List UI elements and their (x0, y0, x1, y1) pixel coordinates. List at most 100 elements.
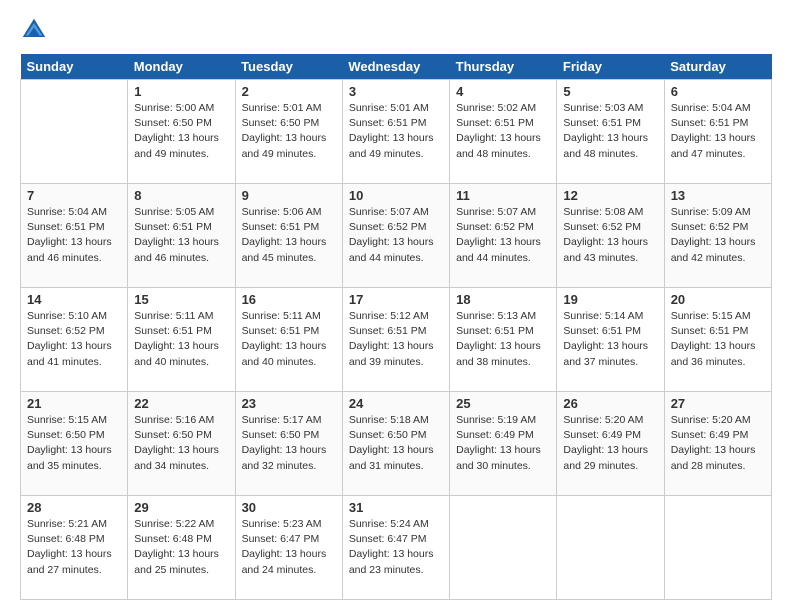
day-number: 8 (134, 188, 228, 203)
day-info: Sunrise: 5:19 AM Sunset: 6:49 PM Dayligh… (456, 413, 550, 474)
col-header-saturday: Saturday (664, 54, 771, 80)
day-number: 11 (456, 188, 550, 203)
day-cell: 23 Sunrise: 5:17 AM Sunset: 6:50 PM Dayli… (235, 392, 342, 496)
day-info: Sunrise: 5:06 AM Sunset: 6:51 PM Dayligh… (242, 205, 336, 266)
day-cell: 13Sunrise: 5:09 AM Sunset: 6:52 PM Dayli… (664, 184, 771, 288)
day-info: Sunrise: 5:13 AM Sunset: 6:51 PM Dayligh… (456, 309, 550, 370)
calendar-header-row: SundayMondayTuesdayWednesdayThursdayFrid… (21, 54, 772, 80)
day-number: 18 (456, 292, 550, 307)
day-cell (21, 80, 128, 184)
day-info: Sunrise: 5:14 AM Sunset: 6:51 PM Dayligh… (563, 309, 657, 370)
day-cell: 15Sunrise: 5:11 AM Sunset: 6:51 PM Dayli… (128, 288, 235, 392)
day-cell: 3 Sunrise: 5:01 AM Sunset: 6:51 PM Daylig… (342, 80, 449, 184)
day-number: 6 (671, 84, 765, 99)
week-row-4: 21Sunrise: 5:15 AM Sunset: 6:50 PM Dayli… (21, 392, 772, 496)
week-row-3: 14 Sunrise: 5:10 AM Sunset: 6:52 PM Dayli… (21, 288, 772, 392)
day-number: 27 (671, 396, 765, 411)
day-info: Sunrise: 5:17 AM Sunset: 6:50 PM Dayligh… (242, 413, 336, 474)
day-info: Sunrise: 5:04 AM Sunset: 6:51 PM Dayligh… (671, 101, 765, 162)
day-number: 29 (134, 500, 228, 515)
day-number: 22 (134, 396, 228, 411)
day-info: Sunrise: 5:11 AM Sunset: 6:51 PM Dayligh… (242, 309, 336, 370)
calendar: SundayMondayTuesdayWednesdayThursdayFrid… (20, 54, 772, 600)
day-info: Sunrise: 5:24 AM Sunset: 6:47 PM Dayligh… (349, 517, 443, 578)
day-cell: 12 Sunrise: 5:08 AM Sunset: 6:52 PM Dayli… (557, 184, 664, 288)
day-info: Sunrise: 5:15 AM Sunset: 6:51 PM Dayligh… (671, 309, 765, 370)
day-info: Sunrise: 5:10 AM Sunset: 6:52 PM Dayligh… (27, 309, 121, 370)
day-number: 9 (242, 188, 336, 203)
header (20, 16, 772, 44)
day-cell: 11Sunrise: 5:07 AM Sunset: 6:52 PM Dayli… (450, 184, 557, 288)
day-number: 20 (671, 292, 765, 307)
col-header-thursday: Thursday (450, 54, 557, 80)
day-number: 12 (563, 188, 657, 203)
day-cell: 30 Sunrise: 5:23 AM Sunset: 6:47 PM Dayli… (235, 496, 342, 600)
day-number: 10 (349, 188, 443, 203)
day-cell: 2 Sunrise: 5:01 AM Sunset: 6:50 PM Daylig… (235, 80, 342, 184)
day-info: Sunrise: 5:09 AM Sunset: 6:52 PM Dayligh… (671, 205, 765, 266)
col-header-monday: Monday (128, 54, 235, 80)
day-cell: 24Sunrise: 5:18 AM Sunset: 6:50 PM Dayli… (342, 392, 449, 496)
day-info: Sunrise: 5:04 AM Sunset: 6:51 PM Dayligh… (27, 205, 121, 266)
day-cell: 8 Sunrise: 5:05 AM Sunset: 6:51 PM Daylig… (128, 184, 235, 288)
day-number: 21 (27, 396, 121, 411)
col-header-sunday: Sunday (21, 54, 128, 80)
day-info: Sunrise: 5:23 AM Sunset: 6:47 PM Dayligh… (242, 517, 336, 578)
day-cell: 31 Sunrise: 5:24 AM Sunset: 6:47 PM Dayli… (342, 496, 449, 600)
day-info: Sunrise: 5:20 AM Sunset: 6:49 PM Dayligh… (671, 413, 765, 474)
day-number: 17 (349, 292, 443, 307)
day-info: Sunrise: 5:01 AM Sunset: 6:51 PM Dayligh… (349, 101, 443, 162)
day-cell (557, 496, 664, 600)
day-number: 19 (563, 292, 657, 307)
day-number: 3 (349, 84, 443, 99)
day-number: 5 (563, 84, 657, 99)
day-info: Sunrise: 5:11 AM Sunset: 6:51 PM Dayligh… (134, 309, 228, 370)
day-cell (450, 496, 557, 600)
day-info: Sunrise: 5:20 AM Sunset: 6:49 PM Dayligh… (563, 413, 657, 474)
week-row-5: 28 Sunrise: 5:21 AM Sunset: 6:48 PM Dayli… (21, 496, 772, 600)
day-number: 26 (563, 396, 657, 411)
day-info: Sunrise: 5:16 AM Sunset: 6:50 PM Dayligh… (134, 413, 228, 474)
day-number: 1 (134, 84, 228, 99)
page: SundayMondayTuesdayWednesdayThursdayFrid… (0, 0, 792, 612)
day-cell: 6 Sunrise: 5:04 AM Sunset: 6:51 PM Daylig… (664, 80, 771, 184)
day-info: Sunrise: 5:03 AM Sunset: 6:51 PM Dayligh… (563, 101, 657, 162)
day-cell: 7 Sunrise: 5:04 AM Sunset: 6:51 PM Daylig… (21, 184, 128, 288)
day-cell: 10Sunrise: 5:07 AM Sunset: 6:52 PM Dayli… (342, 184, 449, 288)
day-number: 4 (456, 84, 550, 99)
logo-icon (20, 16, 48, 44)
day-cell: 25Sunrise: 5:19 AM Sunset: 6:49 PM Dayli… (450, 392, 557, 496)
day-cell: 4 Sunrise: 5:02 AM Sunset: 6:51 PM Daylig… (450, 80, 557, 184)
day-info: Sunrise: 5:02 AM Sunset: 6:51 PM Dayligh… (456, 101, 550, 162)
day-info: Sunrise: 5:01 AM Sunset: 6:50 PM Dayligh… (242, 101, 336, 162)
day-number: 7 (27, 188, 121, 203)
day-number: 2 (242, 84, 336, 99)
day-info: Sunrise: 5:05 AM Sunset: 6:51 PM Dayligh… (134, 205, 228, 266)
day-cell: 5 Sunrise: 5:03 AM Sunset: 6:51 PM Daylig… (557, 80, 664, 184)
day-info: Sunrise: 5:22 AM Sunset: 6:48 PM Dayligh… (134, 517, 228, 578)
day-cell: 21Sunrise: 5:15 AM Sunset: 6:50 PM Dayli… (21, 392, 128, 496)
day-number: 14 (27, 292, 121, 307)
day-info: Sunrise: 5:21 AM Sunset: 6:48 PM Dayligh… (27, 517, 121, 578)
day-number: 23 (242, 396, 336, 411)
day-cell: 19 Sunrise: 5:14 AM Sunset: 6:51 PM Dayli… (557, 288, 664, 392)
day-number: 30 (242, 500, 336, 515)
day-cell: 16 Sunrise: 5:11 AM Sunset: 6:51 PM Dayli… (235, 288, 342, 392)
week-row-1: 1 Sunrise: 5:00 AM Sunset: 6:50 PM Daylig… (21, 80, 772, 184)
day-number: 31 (349, 500, 443, 515)
day-info: Sunrise: 5:18 AM Sunset: 6:50 PM Dayligh… (349, 413, 443, 474)
day-cell: 22 Sunrise: 5:16 AM Sunset: 6:50 PM Dayli… (128, 392, 235, 496)
day-cell: 20 Sunrise: 5:15 AM Sunset: 6:51 PM Dayli… (664, 288, 771, 392)
day-number: 28 (27, 500, 121, 515)
day-cell: 28 Sunrise: 5:21 AM Sunset: 6:48 PM Dayli… (21, 496, 128, 600)
day-cell: 27 Sunrise: 5:20 AM Sunset: 6:49 PM Dayli… (664, 392, 771, 496)
col-header-wednesday: Wednesday (342, 54, 449, 80)
day-info: Sunrise: 5:08 AM Sunset: 6:52 PM Dayligh… (563, 205, 657, 266)
day-number: 16 (242, 292, 336, 307)
day-cell: 14 Sunrise: 5:10 AM Sunset: 6:52 PM Dayli… (21, 288, 128, 392)
day-info: Sunrise: 5:00 AM Sunset: 6:50 PM Dayligh… (134, 101, 228, 162)
col-header-friday: Friday (557, 54, 664, 80)
logo (20, 16, 52, 44)
day-cell: 1 Sunrise: 5:00 AM Sunset: 6:50 PM Daylig… (128, 80, 235, 184)
day-cell: 17Sunrise: 5:12 AM Sunset: 6:51 PM Dayli… (342, 288, 449, 392)
